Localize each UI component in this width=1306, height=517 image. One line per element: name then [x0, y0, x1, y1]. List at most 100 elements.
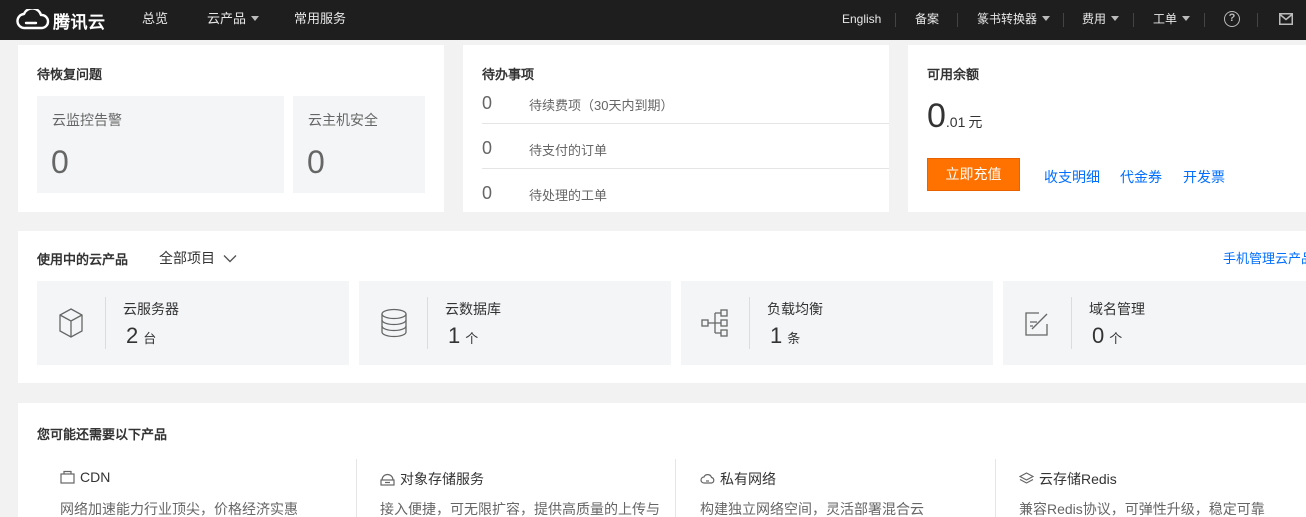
recommend-item-name: 云存储Redis	[1039, 471, 1117, 487]
divider	[105, 297, 106, 349]
nav-beian[interactable]: 备案	[915, 0, 939, 40]
recommend-item-desc: 兼容Redis协议，可弹性升级，稳定可靠	[1019, 501, 1265, 517]
todo-count: 0	[482, 138, 493, 158]
stat-value: 0	[51, 144, 69, 180]
recommend-item-desc: 网络加速能力行业顶尖，价格经济实惠	[60, 501, 298, 517]
product-count: 1条	[770, 323, 800, 349]
database-icon	[381, 308, 407, 338]
recommend-item-desc: 构建独立网络空间，灵活部署混合云	[700, 501, 924, 517]
recommended-products-card: 您可能还需要以下产品 CDN 网络加速能力行业顶尖，价格经济实惠 对象存储服务 …	[18, 403, 1306, 517]
divider	[482, 123, 889, 124]
project-filter-dropdown[interactable]: 全部项目	[159, 248, 237, 268]
balance-amount: 0.01 元	[927, 97, 982, 136]
product-cloud-server[interactable]: 云服务器 2台	[37, 281, 349, 365]
divider	[675, 459, 676, 517]
todo-label: 待续费项（30天内到期）	[529, 98, 674, 113]
balance-title: 可用余额	[927, 67, 980, 82]
count-number: 0	[1092, 323, 1105, 348]
todo-label: 待支付的订单	[529, 143, 608, 158]
recommend-item-name: 对象存储服务	[400, 471, 484, 487]
divider	[749, 297, 750, 349]
stat-label: 云主机安全	[308, 112, 378, 128]
layers-icon	[1019, 472, 1034, 484]
nav-cloud-products-label: 云产品	[207, 11, 247, 26]
divider	[1133, 13, 1134, 27]
todo-card: 待办事项 0 待续费项（30天内到期） 0 待支付的订单 0 待处理的工单	[463, 45, 889, 212]
product-count: 0个	[1092, 323, 1122, 349]
nav-cloud-products[interactable]: 云产品	[207, 0, 260, 40]
nav-converter[interactable]: 篆书转换器	[977, 0, 1051, 40]
chevron-down-icon	[1111, 16, 1120, 22]
nav-converter-label: 篆书转换器	[977, 12, 1038, 26]
recommend-item-heading: 云存储Redis	[1019, 469, 1117, 489]
help-icon[interactable]: ?	[1224, 11, 1240, 27]
chevron-down-icon	[1042, 16, 1051, 22]
cdn-box-icon	[60, 470, 75, 484]
product-count: 2台	[126, 323, 156, 349]
product-count: 1个	[448, 323, 478, 349]
domain-edit-icon	[1025, 312, 1048, 336]
recommend-item-object-storage[interactable]: 对象存储服务 接入便捷，可无限扩容，提供高质量的上传与	[380, 459, 670, 517]
cloud-logo-icon	[16, 9, 50, 30]
stat-monitor-alarm[interactable]: 云监控告警 0	[37, 96, 284, 193]
stat-value: 0	[307, 144, 325, 180]
product-name: 负载均衡	[767, 301, 823, 317]
divider	[427, 297, 428, 349]
todo-label: 待处理的工单	[529, 188, 608, 203]
divider	[995, 459, 996, 517]
divider	[895, 13, 896, 27]
recommend-item-heading: 私有网络	[700, 469, 776, 489]
recommend-item-heading: 对象存储服务	[380, 469, 484, 489]
nav-billing-label: 费用	[1082, 12, 1107, 26]
stat-host-security[interactable]: 云主机安全 0	[293, 96, 425, 193]
count-unit: 条	[787, 331, 801, 346]
nav-english[interactable]: English	[842, 0, 881, 40]
transaction-details-link[interactable]: 收支明细	[1044, 167, 1100, 187]
count-number: 1	[448, 323, 461, 348]
todo-item-unpaid-orders[interactable]: 0 待支付的订单	[482, 138, 889, 183]
product-cloud-database[interactable]: 云数据库 1个	[359, 281, 671, 365]
nav-common-services[interactable]: 常用服务	[294, 0, 346, 40]
divider	[1257, 13, 1258, 27]
tencent-cloud-logo[interactable]: 腾讯云	[16, 7, 106, 33]
top-navigation-bar: 腾讯云 总览 云产品 常用服务 English 备案 篆书转换器 费用 工单 ?	[0, 0, 1306, 40]
mail-icon[interactable]	[1279, 13, 1293, 25]
chevron-down-icon	[251, 16, 260, 22]
todo-item-renewal[interactable]: 0 待续费项（30天内到期）	[482, 93, 889, 138]
mobile-manage-link[interactable]: 手机管理云产品	[1223, 248, 1306, 267]
count-unit: 个	[465, 331, 479, 346]
nav-billing[interactable]: 费用	[1082, 0, 1120, 40]
recovery-card: 待恢复问题 云监控告警 0 云主机安全 0	[18, 45, 444, 212]
todo-count: 0	[482, 183, 493, 203]
nav-ticket-label: 工单	[1153, 12, 1178, 26]
divider	[1071, 297, 1072, 349]
nav-overview[interactable]: 总览	[142, 0, 168, 40]
todo-title: 待办事项	[482, 67, 535, 82]
balance-decimal: .01	[945, 114, 966, 130]
recommend-item-name: CDN	[80, 469, 111, 485]
recommend-item-cdn[interactable]: CDN 网络加速能力行业顶尖，价格经济实惠	[60, 459, 350, 517]
invoice-link[interactable]: 开发票	[1183, 167, 1225, 187]
chevron-down-icon	[1182, 16, 1191, 22]
todo-item-pending-tickets[interactable]: 0 待处理的工单	[482, 183, 889, 228]
product-name: 域名管理	[1089, 301, 1145, 317]
recommend-item-heading: CDN	[60, 469, 110, 485]
recommend-title: 您可能还需要以下产品	[37, 427, 168, 442]
recommend-item-vpc[interactable]: 私有网络 构建独立网络空间，灵活部署混合云	[700, 459, 990, 517]
recharge-button[interactable]: 立即充值	[927, 158, 1020, 191]
product-load-balancer[interactable]: 负载均衡 1条	[681, 281, 993, 365]
product-name: 云数据库	[445, 301, 501, 317]
product-name: 云服务器	[123, 301, 179, 317]
count-unit: 台	[143, 331, 157, 346]
nav-ticket[interactable]: 工单	[1153, 0, 1191, 40]
recommend-item-redis[interactable]: 云存储Redis 兼容Redis协议，可弹性升级，稳定可靠	[1019, 459, 1306, 517]
divider	[957, 13, 958, 27]
recommend-item-name: 私有网络	[720, 471, 776, 487]
count-number: 2	[126, 323, 139, 348]
divider	[1204, 13, 1205, 27]
product-domain-management[interactable]: 域名管理 0个	[1003, 281, 1306, 365]
vouchers-link[interactable]: 代金券	[1120, 167, 1162, 187]
project-filter-label: 全部项目	[159, 250, 215, 266]
in-use-title: 使用中的云产品	[37, 252, 129, 267]
divider	[1063, 13, 1064, 27]
